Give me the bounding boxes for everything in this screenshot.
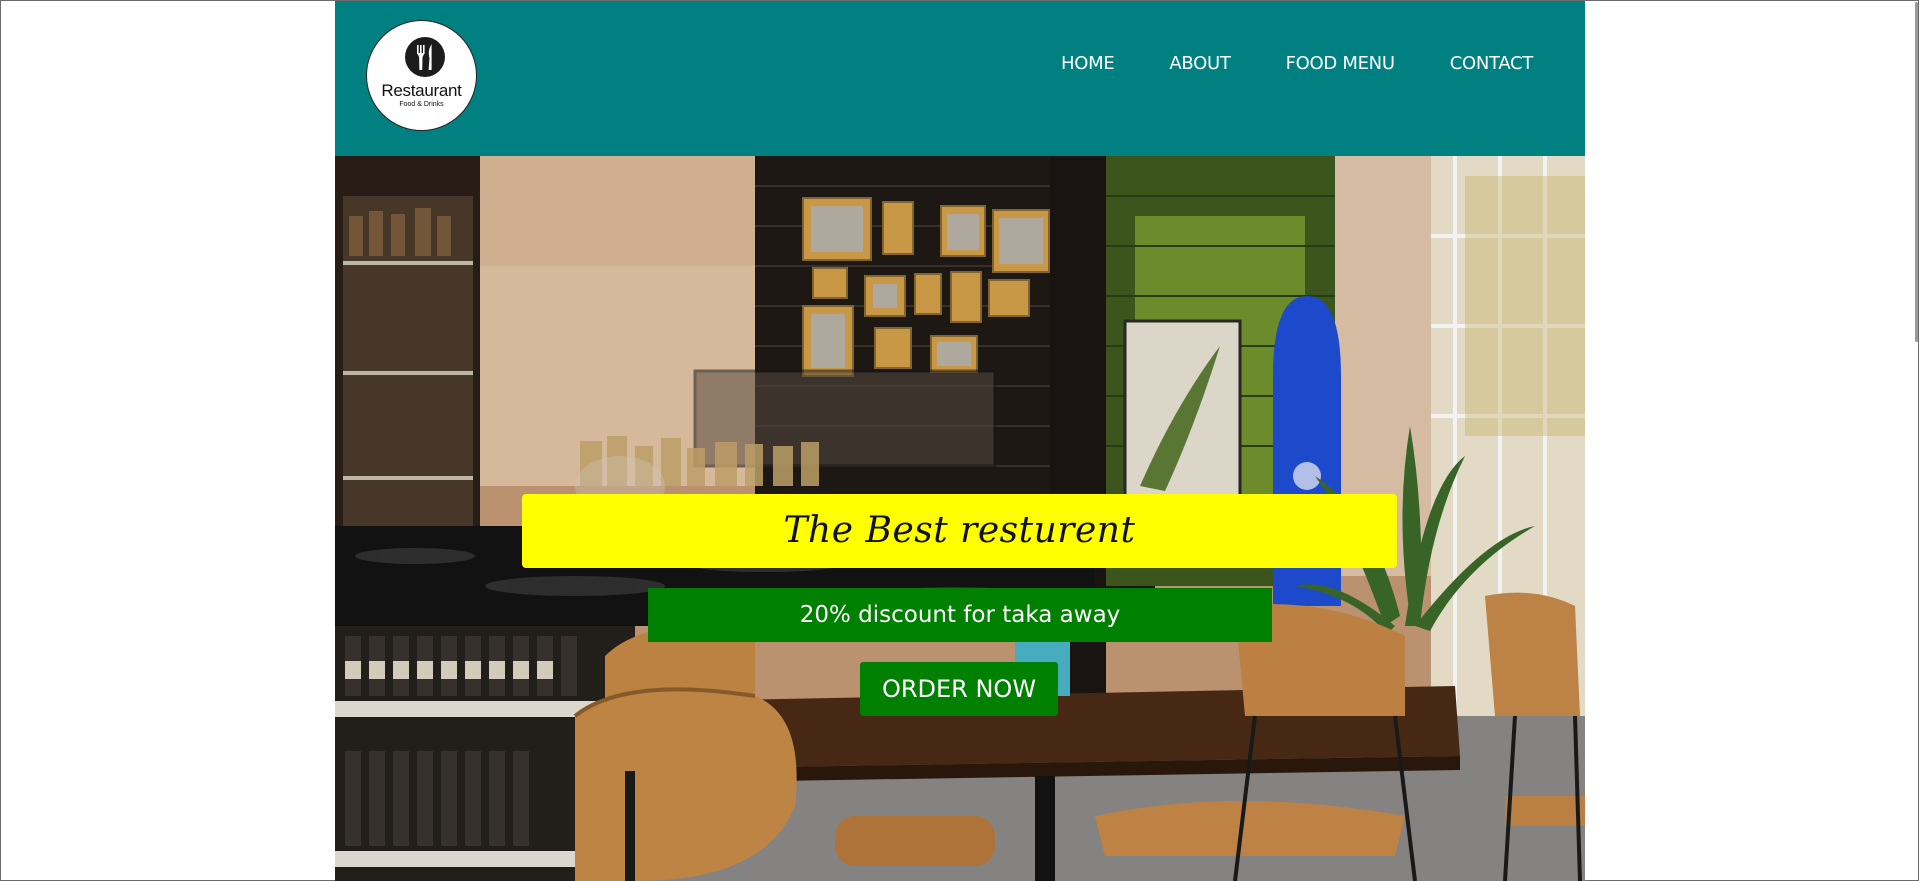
fork-knife-icon [405,37,445,77]
nav-food-menu[interactable]: FOOD MENU [1286,53,1395,75]
site-container: Restaurant Food & Drinks HOME ABOUT FOOD… [335,1,1585,881]
discount-banner: 20% discount for taka away [648,588,1272,642]
nav-home[interactable]: HOME [1061,53,1115,75]
main-nav: HOME ABOUT FOOD MENU CONTACT [1006,53,1533,75]
nav-about[interactable]: ABOUT [1169,53,1230,75]
logo[interactable]: Restaurant Food & Drinks [366,20,477,131]
hero-headline: The Best resturent [522,494,1397,568]
navbar: Restaurant Food & Drinks HOME ABOUT FOOD… [335,1,1585,156]
logo-name: Restaurant [381,81,462,100]
nav-contact[interactable]: CONTACT [1450,53,1534,75]
hero-section: The Best resturent 20% discount for taka… [335,156,1585,881]
logo-tagline: Food & Drinks [399,101,444,108]
scrollbar[interactable] [1915,2,1918,342]
order-now-button[interactable]: ORDER NOW [860,662,1058,716]
